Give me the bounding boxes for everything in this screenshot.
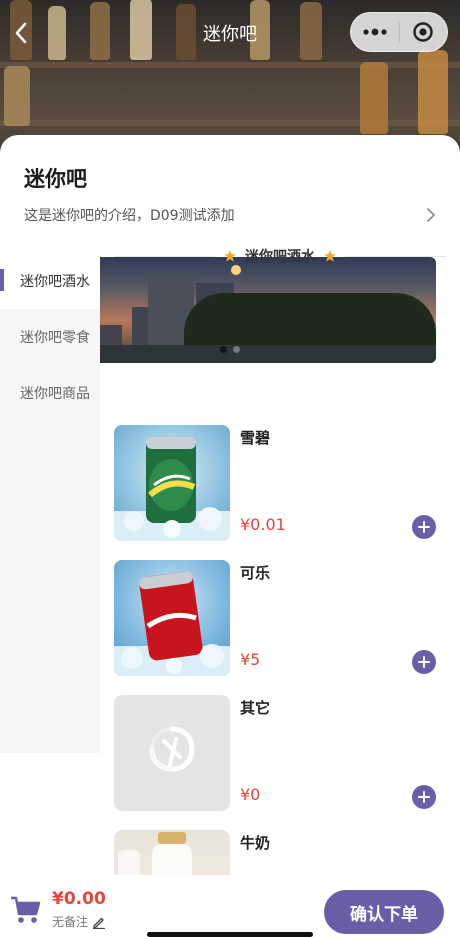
coke-can-image xyxy=(114,571,230,676)
category-item-drinks[interactable]: 迷你吧酒水 xyxy=(0,253,100,309)
bottle-decor xyxy=(4,66,30,126)
add-to-cart-button[interactable] xyxy=(412,515,436,539)
product-price: ¥0 xyxy=(240,785,261,804)
home-indicator xyxy=(147,932,313,937)
add-to-cart-button[interactable] xyxy=(412,785,436,809)
milk-bottle-image xyxy=(118,832,192,876)
sun-decor xyxy=(231,265,241,275)
star-icon xyxy=(224,250,236,262)
mini-program-capsule xyxy=(350,12,448,52)
carousel-dot[interactable] xyxy=(233,346,240,353)
add-to-cart-button[interactable] xyxy=(412,650,436,674)
confirm-order-button[interactable]: 确认下单 xyxy=(324,890,444,934)
sprite-can-image xyxy=(114,437,230,541)
category-label: 迷你吧酒水 xyxy=(20,274,90,290)
product-name: 雪碧 xyxy=(240,429,271,447)
cart-button[interactable] xyxy=(10,895,42,925)
store-intro: 这是迷你吧的介绍，D09测试添加 xyxy=(24,208,235,224)
section-title: 迷你吧酒水 xyxy=(245,249,315,265)
divider xyxy=(345,255,446,257)
star-icon xyxy=(324,250,336,262)
product-item: 雪碧 ¥0.01 xyxy=(114,425,446,543)
category-item-goods[interactable]: 迷你吧商品 xyxy=(0,365,100,421)
divider xyxy=(114,255,215,257)
product-item: 可乐 ¥5 xyxy=(114,560,446,678)
bottle-decor xyxy=(360,62,388,134)
product-image[interactable] xyxy=(114,830,230,876)
more-button[interactable] xyxy=(351,12,399,52)
chevron-right-icon xyxy=(427,208,435,222)
product-item: 其它 ¥0 xyxy=(114,695,446,813)
shelf-line xyxy=(0,120,460,126)
category-label: 迷你吧零食 xyxy=(20,330,90,346)
checkout-bar: ¥0.00 无备注 确认下单 xyxy=(0,875,460,937)
category-label: 迷你吧商品 xyxy=(20,386,90,402)
product-name: 牛奶 xyxy=(240,834,271,852)
placeholder-logo-icon xyxy=(149,726,195,772)
edit-icon xyxy=(93,917,106,929)
product-name: 可乐 xyxy=(240,564,271,582)
plus-icon xyxy=(418,791,430,803)
carousel-dot[interactable] xyxy=(220,346,227,353)
category-item-snacks[interactable]: 迷你吧零食 xyxy=(0,309,100,365)
remark-button[interactable]: 无备注 xyxy=(52,913,106,930)
more-icon xyxy=(363,28,387,36)
cart-icon xyxy=(11,896,41,923)
product-price: ¥0.01 xyxy=(240,515,286,534)
store-name: 迷你吧 xyxy=(24,167,87,191)
top-nav: 迷你吧 xyxy=(0,0,460,64)
plus-icon xyxy=(418,521,430,533)
section-header: 迷你吧酒水 xyxy=(114,246,446,266)
cart-total: ¥0.00 xyxy=(52,889,106,909)
close-button[interactable] xyxy=(399,12,447,52)
product-image[interactable] xyxy=(114,425,230,541)
product-name: 其它 xyxy=(240,699,271,717)
product-image[interactable] xyxy=(114,695,230,811)
close-circle-icon xyxy=(413,22,433,42)
product-price: ¥5 xyxy=(240,650,261,669)
store-intro-row[interactable]: 这是迷你吧的介绍，D09测试添加 xyxy=(24,203,436,227)
product-item: 牛奶 xyxy=(114,830,446,876)
product-image[interactable] xyxy=(114,560,230,676)
remark-label: 无备注 xyxy=(52,915,89,929)
plus-icon xyxy=(418,656,430,668)
category-sidebar: 迷你吧酒水 迷你吧零食 迷你吧商品 xyxy=(0,253,100,753)
